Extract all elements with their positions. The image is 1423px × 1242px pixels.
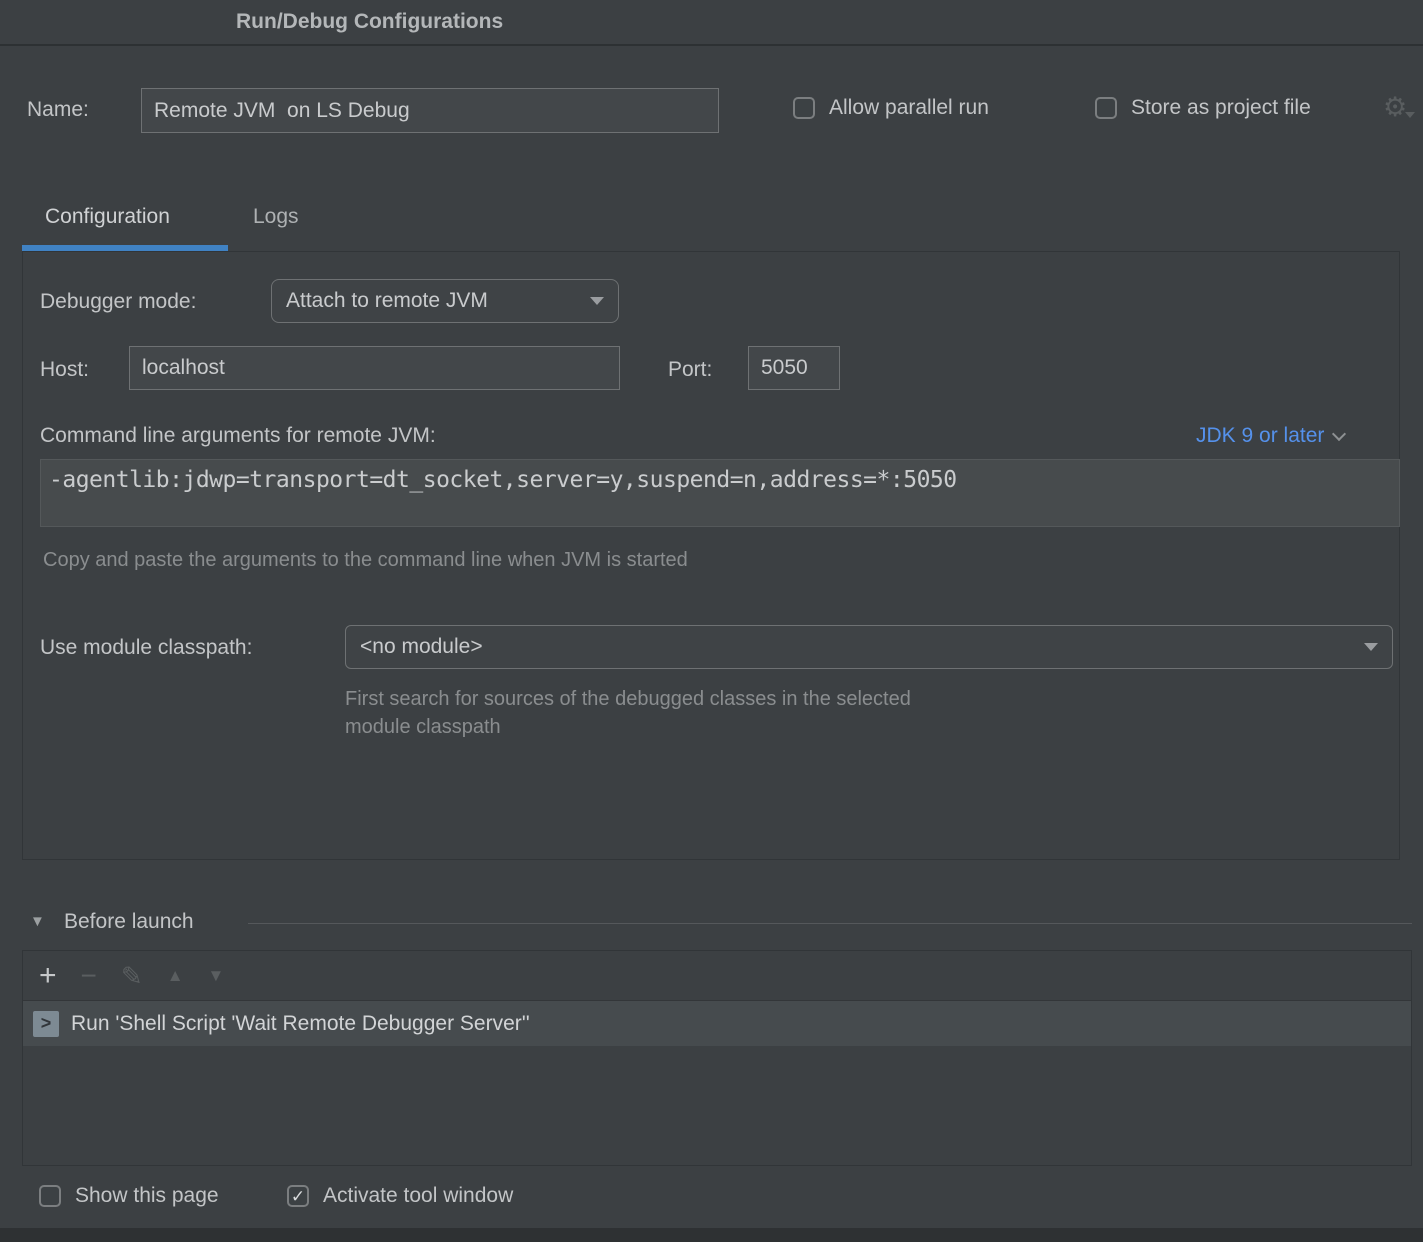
host-input-value: localhost	[142, 356, 225, 380]
host-input[interactable]: localhost	[129, 346, 620, 390]
show-this-page-label: Show this page	[75, 1184, 219, 1208]
remove-icon[interactable]: −	[81, 962, 97, 990]
add-icon[interactable]: +	[39, 961, 57, 991]
titlebar-divider	[0, 44, 1423, 46]
activate-tool-window-checkbox[interactable]: ✓	[287, 1185, 309, 1207]
show-this-page-checkbox-row[interactable]: Show this page	[39, 1184, 219, 1208]
check-icon: ✓	[291, 1188, 305, 1205]
debugger-mode-value: Attach to remote JVM	[286, 289, 488, 313]
name-label: Name:	[27, 98, 89, 122]
gear-icon[interactable]: ⚙	[1383, 92, 1407, 123]
before-launch-title: Before launch	[64, 910, 194, 934]
before-launch-panel: + − ✎ ▲ ▼ > Run 'Shell Script 'Wait Remo…	[22, 950, 1412, 1166]
store-as-project-file-checkbox-row[interactable]: Store as project file	[1095, 96, 1311, 120]
allow-parallel-run-label: Allow parallel run	[829, 96, 989, 120]
name-input-value: Remote JVM on LS Debug	[154, 99, 410, 123]
port-input[interactable]: 5050	[748, 346, 840, 390]
before-launch-task-label: Run 'Shell Script 'Wait Remote Debugger …	[71, 1012, 530, 1036]
cmdline-value: -agentlib:jdwp=transport=dt_socket,serve…	[49, 467, 957, 493]
allow-parallel-run-checkbox[interactable]	[793, 97, 815, 119]
activate-tool-window-checkbox-row[interactable]: ✓ Activate tool window	[287, 1184, 513, 1208]
cmdline-textarea[interactable]: -agentlib:jdwp=transport=dt_socket,serve…	[40, 459, 1400, 527]
store-as-project-file-checkbox[interactable]	[1095, 97, 1117, 119]
before-launch-collapse-icon[interactable]: ▼	[30, 913, 45, 930]
debugger-mode-label: Debugger mode:	[40, 290, 196, 314]
move-down-icon[interactable]: ▼	[208, 967, 225, 984]
cmdline-help-text: Copy and paste the arguments to the comm…	[43, 549, 688, 572]
port-input-value: 5050	[761, 356, 808, 380]
debugger-mode-dropdown[interactable]: Attach to remote JVM	[271, 279, 619, 323]
chevron-down-icon	[1332, 427, 1346, 441]
tab-logs[interactable]: Logs	[253, 205, 299, 229]
module-classpath-value: <no module>	[360, 635, 483, 659]
host-label: Host:	[40, 358, 89, 382]
tab-configuration[interactable]: Configuration	[45, 205, 170, 229]
allow-parallel-run-checkbox-row[interactable]: Allow parallel run	[793, 96, 989, 120]
chevron-down-icon	[1364, 643, 1378, 651]
dialog-bottom-edge	[0, 1228, 1423, 1242]
port-label: Port:	[668, 358, 712, 382]
jdk-version-value: JDK 9 or later	[1196, 424, 1324, 448]
chevron-down-icon	[590, 297, 604, 305]
before-launch-task-row[interactable]: > Run 'Shell Script 'Wait Remote Debugge…	[23, 1001, 1411, 1046]
dialog-title: Run/Debug Configurations	[236, 10, 503, 34]
module-classpath-help-line2: module classpath	[345, 716, 501, 739]
module-classpath-help-line1: First search for sources of the debugged…	[345, 688, 911, 711]
move-up-icon[interactable]: ▲	[167, 967, 184, 984]
run-script-icon: >	[33, 1011, 59, 1037]
store-as-project-file-label: Store as project file	[1131, 96, 1311, 120]
module-classpath-dropdown[interactable]: <no module>	[345, 625, 1393, 669]
edit-pencil-icon[interactable]: ✎	[121, 963, 143, 989]
show-this-page-checkbox[interactable]	[39, 1185, 61, 1207]
run-debug-configurations-dialog: Run/Debug Configurations Name: Remote JV…	[0, 0, 1423, 1242]
before-launch-toolbar: + − ✎ ▲ ▼	[23, 951, 1411, 1001]
module-classpath-label: Use module classpath:	[40, 636, 252, 660]
jdk-version-selector[interactable]: JDK 9 or later	[1196, 424, 1344, 448]
name-input[interactable]: Remote JVM on LS Debug	[141, 88, 719, 133]
cmdline-label: Command line arguments for remote JVM:	[40, 424, 436, 448]
activate-tool-window-label: Activate tool window	[323, 1184, 513, 1208]
before-launch-divider	[248, 923, 1412, 924]
